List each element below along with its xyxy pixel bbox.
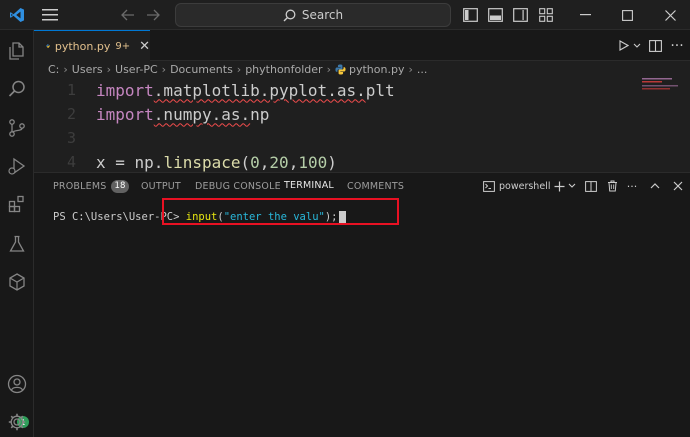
line-number: 2	[66, 105, 76, 123]
code-token: x = np.	[96, 152, 164, 172]
tab-close-icon[interactable]: ✕	[139, 39, 150, 54]
source-control-icon[interactable]	[0, 110, 34, 146]
breadcrumb-separator-icon: ›	[106, 63, 112, 76]
tab-label: OUTPUT	[141, 180, 181, 192]
command-center-search[interactable]: Search	[175, 3, 451, 27]
split-terminal-icon[interactable]	[583, 173, 599, 199]
editor-tab-strip: python.py 9+ ✕ ···	[34, 30, 690, 61]
code-line: 2 import .numpy.as. np	[34, 102, 690, 126]
breadcrumb-separator-icon: ›	[161, 63, 167, 76]
tab-problem-count: 9+	[115, 40, 131, 52]
code-token: linspace	[163, 152, 241, 172]
code-editor[interactable]: 1 import .matplotlib.pyplot.as. plt 2 impo…	[34, 78, 690, 172]
problems-count-badge: 18	[111, 179, 129, 193]
python-file-icon	[335, 64, 346, 75]
breadcrumb-item[interactable]: ...	[417, 63, 428, 76]
breadcrumb-item[interactable]: Users	[72, 63, 103, 76]
breadcrumb-item[interactable]: C:	[48, 63, 59, 76]
activity-bar: 1	[0, 30, 34, 437]
breadcrumb: C: › Users › User-PC › Documents › phyth…	[34, 61, 690, 78]
breadcrumb-separator-icon: ›	[236, 63, 242, 76]
highlight-box	[162, 198, 399, 225]
shell-label: powershell	[499, 180, 551, 192]
manage-gear-icon[interactable]	[0, 404, 34, 437]
breadcrumb-item[interactable]: python.py	[349, 63, 404, 76]
code-token: np	[250, 104, 270, 124]
breadcrumb-item[interactable]: User-PC	[115, 63, 158, 76]
line-number: 3	[66, 129, 76, 147]
customize-layout-icon[interactable]	[535, 0, 557, 30]
breadcrumb-separator-icon: ›	[63, 63, 68, 76]
code-token: ,	[259, 152, 270, 172]
breadcrumb-item[interactable]: Documents	[170, 63, 233, 76]
code-token: .matplotlib.pyplot.as.	[153, 80, 366, 100]
toggle-primary-sidebar-icon[interactable]	[459, 0, 481, 30]
code-token: import	[96, 104, 154, 124]
code-token: 0	[250, 152, 260, 172]
new-terminal-plus-icon[interactable]	[552, 173, 566, 199]
extensions-icon[interactable]	[0, 186, 34, 222]
breadcrumb-separator-icon: ›	[326, 63, 331, 76]
tab-problems[interactable]: PROBLEMS 18	[53, 173, 129, 199]
toggle-secondary-sidebar-icon[interactable]	[509, 0, 531, 30]
back-arrow-icon[interactable]	[118, 0, 138, 30]
code-token: (	[240, 152, 251, 172]
run-debug-icon[interactable]	[0, 148, 34, 184]
python-file-icon	[46, 44, 50, 48]
code-line: 4 x = np. linspace(0, 20, 100)	[34, 150, 690, 172]
tab-terminal[interactable]: TERMINAL	[284, 173, 334, 199]
terminal-shell-selector[interactable]: powershell	[483, 173, 550, 199]
code-token: )	[327, 152, 337, 172]
testing-icon[interactable]	[0, 226, 34, 262]
remote-explorer-icon[interactable]	[0, 264, 34, 300]
line-number: 1	[66, 81, 76, 99]
code-token: import	[96, 80, 154, 100]
toggle-panel-icon[interactable]	[484, 0, 506, 30]
tab-label: TERMINAL	[284, 180, 334, 191]
breadcrumb-separator-icon: ›	[408, 63, 413, 76]
forward-arrow-icon[interactable]	[143, 0, 163, 30]
accounts-icon[interactable]	[0, 366, 34, 402]
terminal-icon	[483, 180, 495, 192]
title-bar: Search	[0, 0, 690, 30]
minimize-window-icon[interactable]	[570, 0, 600, 30]
split-editor-icon[interactable]	[646, 30, 664, 61]
tab-filename: python.py	[54, 39, 111, 53]
code-line: 1 import .matplotlib.pyplot.as. plt	[34, 78, 690, 102]
code-token: plt	[365, 80, 395, 100]
panel-more-actions-icon[interactable]: ···	[624, 173, 640, 199]
explorer-icon[interactable]	[0, 33, 34, 69]
breadcrumb-item[interactable]: phythonfolder	[245, 63, 322, 76]
code-token: 20	[269, 152, 289, 172]
code-token: .numpy.as.	[153, 104, 251, 124]
tab-label: DEBUG CONSOLE	[195, 180, 281, 192]
code-token: ,	[288, 152, 299, 172]
maximize-window-icon[interactable]	[612, 0, 642, 30]
terminal-dropdown-chevron-icon[interactable]	[566, 173, 578, 199]
run-dropdown-chevron-icon[interactable]	[631, 30, 643, 61]
line-number: 4	[66, 153, 76, 171]
code-line: 3	[34, 126, 690, 150]
tab-debug-console[interactable]: DEBUG CONSOLE	[195, 173, 281, 199]
run-python-file-icon[interactable]	[616, 30, 632, 61]
close-window-icon[interactable]	[655, 0, 685, 30]
tab-output[interactable]: OUTPUT	[141, 173, 181, 199]
tab-label: COMMENTS	[347, 180, 405, 192]
search-icon[interactable]	[0, 71, 34, 107]
search-icon	[283, 9, 296, 21]
tab-label: PROBLEMS	[53, 180, 107, 192]
tab-comments[interactable]: COMMENTS	[347, 173, 404, 199]
code-token: 100	[298, 152, 328, 172]
search-label: Search	[301, 8, 344, 22]
more-actions-icon[interactable]: ···	[668, 30, 686, 61]
maximize-panel-chevron-up-icon[interactable]	[647, 173, 663, 199]
close-panel-icon[interactable]	[670, 173, 686, 199]
kill-terminal-trash-icon[interactable]	[604, 173, 620, 199]
tab-python-py[interactable]: python.py 9+ ✕	[34, 30, 150, 61]
menu-icon[interactable]	[38, 0, 62, 30]
vscode-logo-icon	[6, 0, 28, 30]
